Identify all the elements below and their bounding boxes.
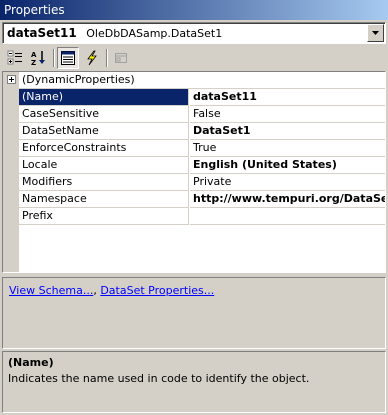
property-value[interactable]: False: [190, 106, 385, 123]
property-name: Prefix: [19, 208, 189, 225]
property-value[interactable]: True: [190, 140, 385, 157]
property-name: Namespace: [19, 191, 189, 208]
property-row-locale[interactable]: Locale English (United States): [3, 157, 385, 174]
expand-plus-icon[interactable]: [7, 75, 16, 84]
object-name: dataSet11: [7, 26, 77, 40]
property-row-casesensitive[interactable]: CaseSensitive False: [3, 106, 385, 123]
svg-text:Z: Z: [31, 59, 36, 66]
property-value[interactable]: [190, 208, 385, 225]
property-name: Locale: [19, 157, 189, 174]
description-pane: (Name) Indicates the name used in code t…: [2, 351, 386, 413]
property-name: EnforceConstraints: [19, 140, 189, 157]
properties-toolbar: A Z: [4, 46, 384, 70]
property-pages-icon: [115, 53, 127, 63]
view-schema-link[interactable]: View Schema...: [9, 284, 93, 297]
property-row-prefix[interactable]: Prefix: [3, 208, 385, 225]
property-name: DataSetName: [19, 123, 189, 140]
alphabetical-icon: A Z: [31, 51, 45, 66]
dataset-properties-link[interactable]: DataSet Properties...: [100, 284, 214, 297]
property-value[interactable]: http://www.tempuri.org/DataSet1: [190, 191, 385, 208]
property-row-enforceconstraints[interactable]: EnforceConstraints True: [3, 140, 385, 157]
property-row-modifiers[interactable]: Modifiers Private: [3, 174, 385, 191]
property-grid: (DynamicProperties) (Name) dataSet11 Cas…: [2, 71, 386, 273]
properties-icon: [61, 51, 75, 65]
object-selector-dropdown[interactable]: dataSet11 OleDbDASamp.DataSet1: [2, 22, 386, 44]
property-name: Modifiers: [19, 174, 189, 191]
property-value[interactable]: dataSet11: [190, 89, 385, 106]
alphabetical-button[interactable]: A Z: [28, 47, 50, 69]
property-value[interactable]: Private: [190, 174, 385, 191]
description-title: (Name): [8, 356, 54, 369]
property-name: CaseSensitive: [19, 106, 189, 123]
property-row-dynamicproperties[interactable]: (DynamicProperties): [3, 72, 385, 89]
property-pages-button[interactable]: [110, 47, 132, 69]
property-row-datasetname[interactable]: DataSetName DataSet1: [3, 123, 385, 140]
property-value[interactable]: English (United States): [190, 157, 385, 174]
svg-text:A: A: [31, 51, 37, 59]
commands-pane: View Schema..., DataSet Properties...: [2, 277, 386, 349]
property-name: (Name): [19, 89, 189, 106]
description-text: Indicates the name used in code to ident…: [8, 372, 310, 385]
events-button[interactable]: [81, 47, 103, 69]
categorized-button[interactable]: [4, 47, 26, 69]
chevron-down-icon[interactable]: [367, 24, 384, 42]
property-name: (DynamicProperties): [19, 72, 385, 89]
properties-button[interactable]: [57, 47, 79, 69]
categorized-icon: [7, 50, 22, 65]
toolbar-separator: [53, 49, 55, 67]
property-row-namespace[interactable]: Namespace http://www.tempuri.org/DataSet…: [3, 191, 385, 208]
toolbar-separator: [106, 49, 108, 67]
property-value[interactable]: DataSet1: [190, 123, 385, 140]
properties-title-bar: Properties: [0, 0, 388, 20]
object-type: OleDbDASamp.DataSet1: [86, 27, 223, 40]
lightning-icon: [87, 50, 97, 66]
property-row-name[interactable]: (Name) dataSet11: [3, 89, 385, 106]
